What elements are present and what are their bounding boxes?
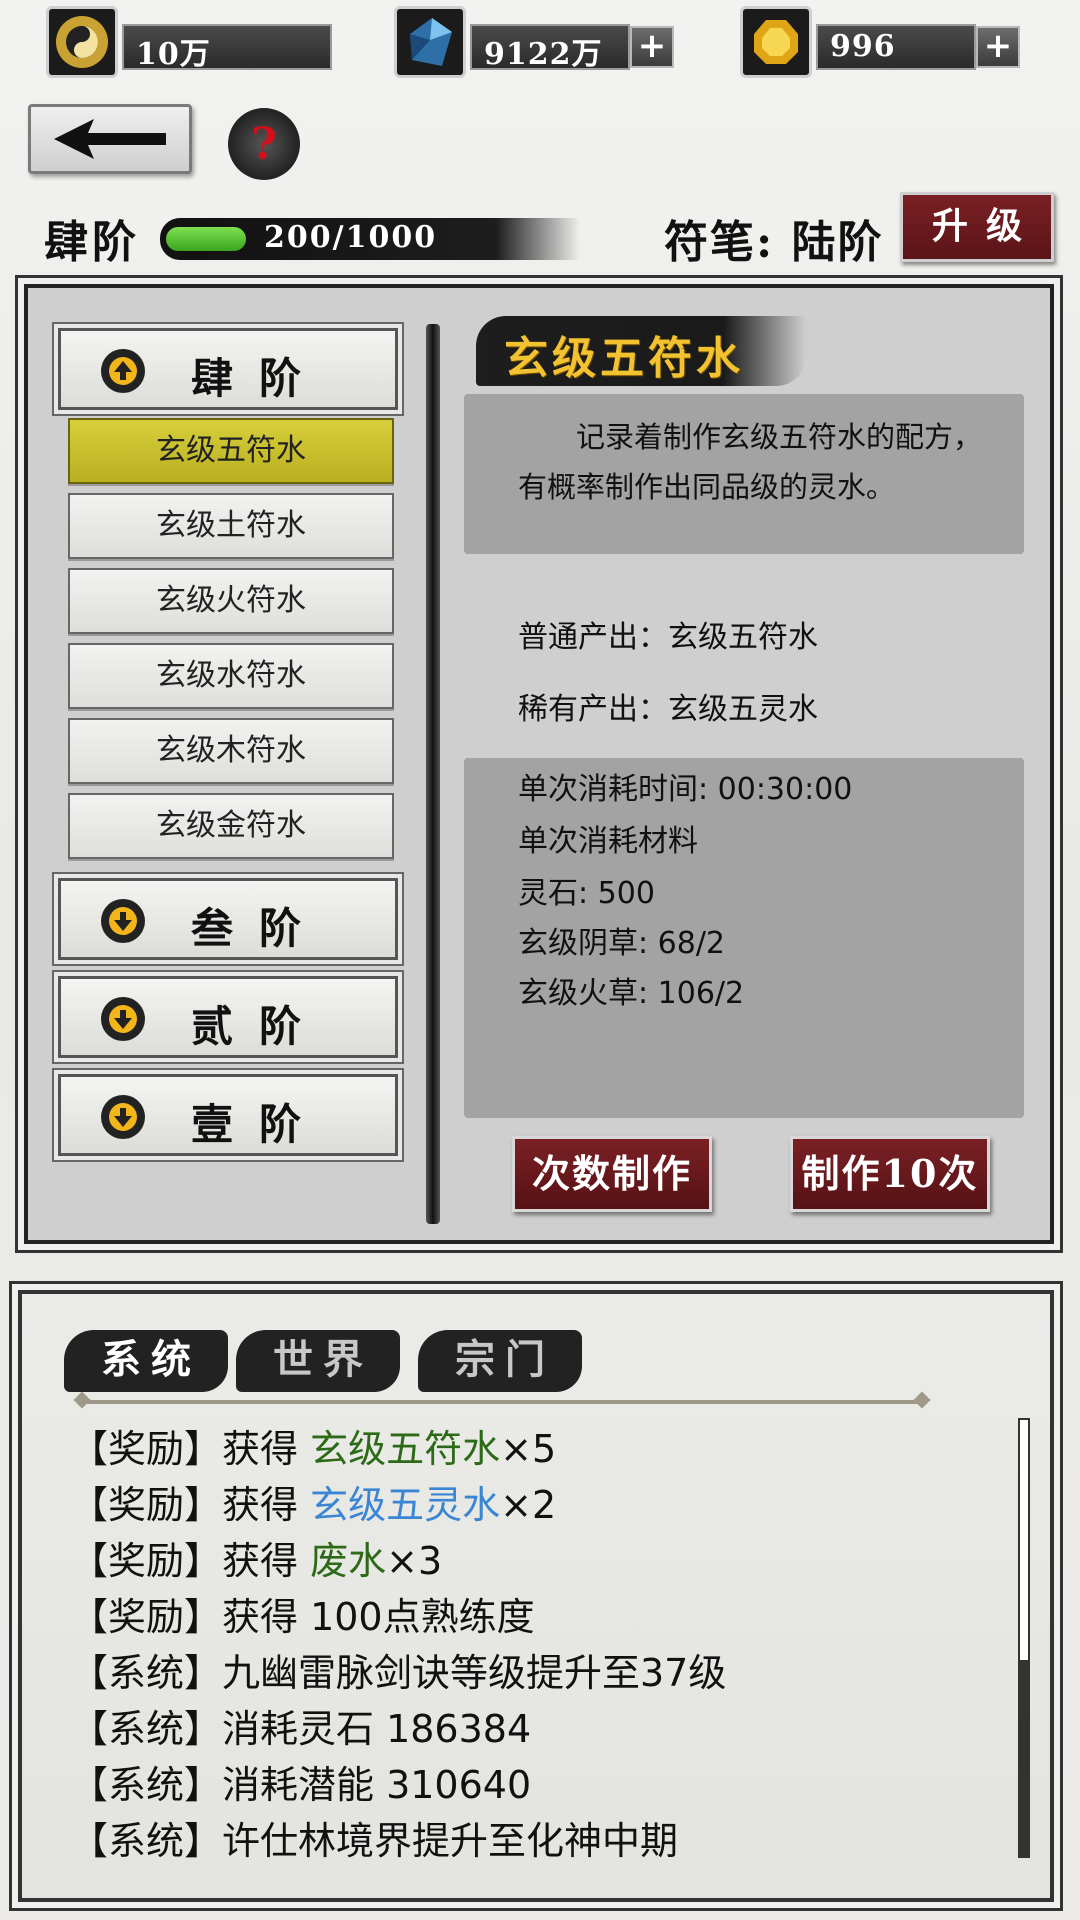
tier-label: 肆阶	[191, 354, 328, 403]
tier-header-3[interactable]: 叁阶	[58, 878, 398, 960]
recipe-description: 记录着制作玄级五符水的配方，有概率制作出同品级的灵水。	[518, 420, 983, 504]
log-scrollbar[interactable]	[1018, 1418, 1030, 1858]
material-fire-herb: 玄级火草: 106/2	[518, 976, 745, 1011]
material-spirit-stone: 灵石: 500	[518, 876, 655, 911]
recipe-item-3[interactable]: 玄级火符水	[68, 568, 394, 634]
arrow-down-icon	[101, 1095, 145, 1139]
tier-header-4[interactable]: 肆阶	[58, 328, 398, 410]
crystal-value-bar: 9122万	[470, 24, 630, 72]
crystal-value: 9122万	[484, 37, 603, 72]
log-line: 【系统】许仕林境界提升至化神中期	[70, 1819, 679, 1863]
material-yin-herb: 玄级阴草: 68/2	[518, 926, 726, 961]
tab-sect[interactable]: 宗门	[418, 1330, 582, 1392]
recipe-item-6[interactable]: 玄级金符水	[68, 793, 394, 859]
panel-divider	[426, 324, 440, 1224]
cost-box: 单次消耗时间: 00:30:00 单次消耗材料 灵石: 500 玄级阴草: 68…	[464, 758, 1024, 1118]
message-log-panel: 系统 世界 宗门 【奖励】获得 玄级五符水×5 【奖励】获得 玄级五灵水×2 【…	[18, 1290, 1054, 1902]
craft-ten-button[interactable]: 制作10次	[790, 1136, 990, 1212]
crystal-icon	[394, 6, 466, 78]
back-button[interactable]	[28, 104, 192, 174]
tier-header-1[interactable]: 壹阶	[58, 1074, 398, 1156]
arrow-left-icon	[54, 119, 166, 159]
arrow-down-icon	[101, 899, 145, 943]
gold-value: 996	[830, 29, 896, 64]
upgrade-button[interactable]: 升级	[900, 192, 1054, 262]
experience-progress-bar: 200/1000	[160, 218, 580, 260]
log-line: 【奖励】获得 100点熟练度	[70, 1595, 535, 1639]
tier-label: 壹阶	[191, 1100, 328, 1149]
arrow-down-icon	[101, 997, 145, 1041]
item-name: 玄级五灵水	[310, 1483, 501, 1527]
recipe-item-4[interactable]: 玄级水符水	[68, 643, 394, 709]
tier-header-2[interactable]: 贰阶	[58, 976, 398, 1058]
recipe-panel: 肆阶 玄级五符水 玄级土符水 玄级火符水 玄级水符水 玄级木符水 玄级金符水 叁…	[24, 284, 1054, 1244]
log-line: 【奖励】获得 废水×3	[70, 1539, 443, 1583]
taiji-icon	[46, 6, 118, 78]
log-line: 【系统】九幽雷脉剑诀等级提升至37级	[70, 1651, 727, 1695]
log-scrollbar-thumb[interactable]	[1020, 1660, 1028, 1856]
recipe-title-banner: 玄级五符水	[476, 316, 806, 386]
log-line: 【系统】消耗灵石 186384	[70, 1707, 532, 1751]
recipe-item-1[interactable]: 玄级五符水	[68, 418, 394, 484]
log-separator	[82, 1400, 922, 1404]
gold-value-bar: 996	[816, 24, 976, 70]
materials-header: 单次消耗材料	[518, 824, 698, 859]
craft-time: 单次消耗时间: 00:30:00	[518, 772, 853, 807]
log-line: 【奖励】获得 玄级五灵水×2	[70, 1483, 557, 1527]
taiji-value: 10万	[136, 37, 211, 72]
item-name: 废水	[310, 1539, 387, 1583]
experience-progress-fill	[166, 227, 246, 251]
tab-system[interactable]: 系统	[64, 1330, 228, 1392]
rare-output: 稀有产出：玄级五灵水	[518, 692, 818, 727]
taiji-value-bar: 10万	[122, 24, 332, 72]
item-name: 玄级五符水	[310, 1427, 501, 1471]
craft-count-button[interactable]: 次数制作	[512, 1136, 712, 1212]
log-line: 【系统】消耗潜能 310640	[70, 1763, 532, 1807]
log-line: 【奖励】获得 玄级五符水×5	[70, 1427, 557, 1471]
recipe-item-5[interactable]: 玄级木符水	[68, 718, 394, 784]
arrow-up-icon	[101, 349, 145, 393]
recipe-description-box: 记录着制作玄级五符水的配方，有概率制作出同品级的灵水。	[464, 394, 1024, 554]
experience-progress-text: 200/1000	[264, 220, 438, 255]
recipe-title: 玄级五符水	[504, 333, 744, 384]
crystal-add-button[interactable]: +	[630, 26, 674, 68]
help-button[interactable]: ?	[228, 108, 300, 180]
gold-gem-icon	[740, 6, 812, 78]
gold-add-button[interactable]: +	[976, 26, 1020, 68]
rank-label: 肆阶	[44, 217, 140, 268]
tier-label: 叁阶	[191, 904, 328, 953]
normal-output: 普通产出：玄级五符水	[518, 620, 818, 655]
tier-label: 贰阶	[191, 1002, 328, 1051]
recipe-item-2[interactable]: 玄级土符水	[68, 493, 394, 559]
brush-level-label: 符笔: 陆阶	[664, 217, 884, 268]
tab-world[interactable]: 世界	[236, 1330, 400, 1392]
